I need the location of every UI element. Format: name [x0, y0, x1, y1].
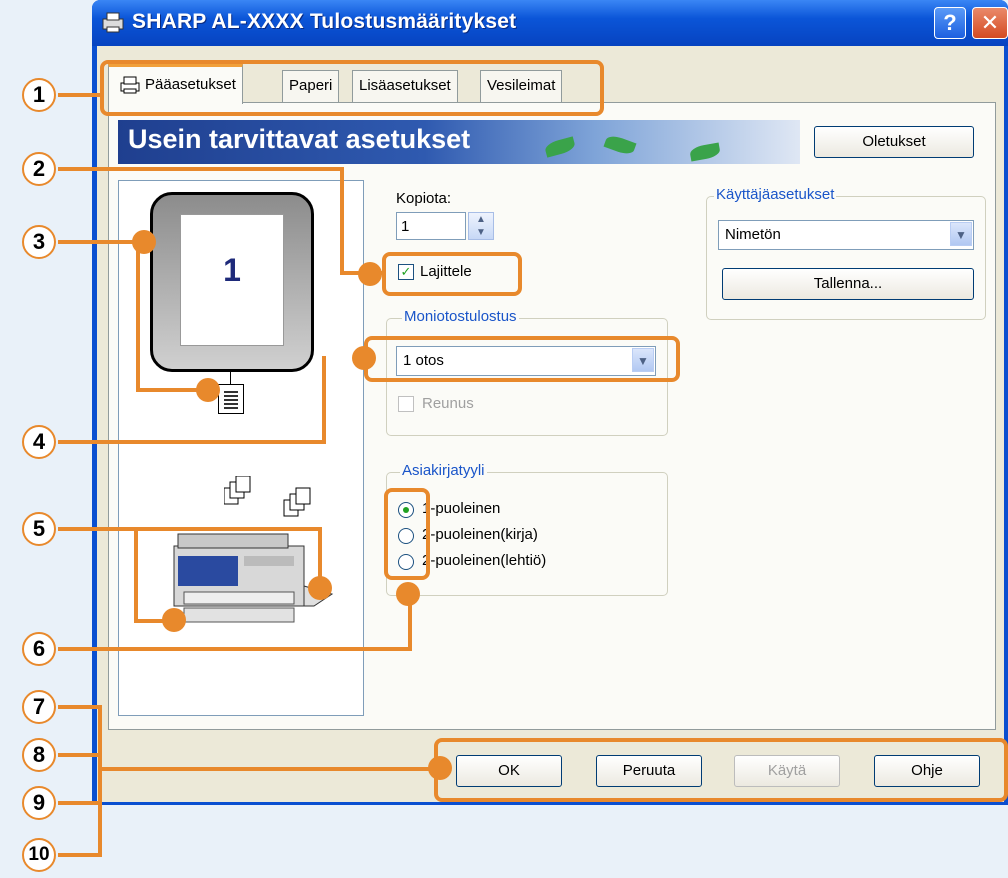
callout-number: 6: [22, 632, 56, 666]
callout-box-nup: [364, 336, 680, 382]
callout-line: [58, 240, 140, 244]
collated-pages-icon: [224, 476, 311, 517]
page-preview-number: 1: [223, 252, 241, 288]
callout-box-doc-style: [384, 488, 430, 580]
callout-dot: [358, 262, 382, 286]
close-button[interactable]: ✕: [972, 7, 1008, 39]
callout-dot: [196, 378, 220, 402]
radio-label: 1-puoleinen: [422, 500, 501, 517]
banner-title: Usein tarvittavat asetukset: [128, 124, 471, 154]
border-label: Reunus: [422, 395, 474, 412]
callout-dot: [352, 346, 376, 370]
callout-number: 4: [22, 425, 56, 459]
window-title: SHARP AL-XXXX Tulostusmääritykset: [132, 10, 517, 33]
callout-line: [58, 753, 102, 757]
document-style-label: Asiakirjatyyli: [400, 462, 487, 479]
help-title-button[interactable]: ?: [934, 7, 966, 39]
copies-label: Kopiota:: [396, 190, 452, 207]
callout-line: [58, 527, 322, 531]
document-icon: [218, 384, 244, 414]
radio-label: 2-puoleinen(kirja): [422, 526, 538, 543]
callout-line: [134, 527, 138, 621]
callout-dot: [428, 756, 452, 780]
callout-line: [58, 801, 102, 805]
callout-number: 9: [22, 786, 56, 820]
callout-number: 1: [22, 78, 56, 112]
select-value: Nimetön: [725, 226, 781, 243]
callout-line: [322, 356, 326, 444]
callout-number: 10: [22, 838, 56, 872]
callout-number: 5: [22, 512, 56, 546]
callout-line: [136, 240, 140, 390]
callout-line: [58, 647, 412, 651]
printer-app-icon: [102, 12, 124, 33]
callout-line: [340, 167, 344, 275]
callout-line: [58, 705, 102, 709]
chevron-down-icon: ▼: [950, 222, 972, 246]
callout-dot: [162, 608, 186, 632]
user-settings-group: [706, 196, 986, 320]
callout-number: 7: [22, 690, 56, 724]
callout-dot: [132, 230, 156, 254]
border-checkbox[interactable]: [398, 396, 414, 412]
callout-box-collate: [382, 252, 522, 296]
callout-line: [98, 705, 102, 857]
callout-box-tabs: [100, 60, 604, 116]
callout-dot: [308, 576, 332, 600]
nup-label: Moniotostulostus: [402, 308, 519, 325]
callout-line: [58, 853, 102, 857]
callout-number: 3: [22, 225, 56, 259]
defaults-button[interactable]: Oletukset: [814, 126, 974, 158]
copies-spinner[interactable]: ▲ ▼: [468, 212, 494, 240]
save-button[interactable]: Tallenna...: [722, 268, 974, 300]
copier-machine-icon: [173, 533, 334, 623]
callout-dot: [396, 582, 420, 606]
radio-label: 2-puoleinen(lehtiö): [422, 552, 547, 569]
copies-input[interactable]: 1: [396, 212, 466, 240]
callout-box-buttons: [434, 738, 1008, 802]
callout-line: [98, 767, 438, 771]
callout-number: 2: [22, 152, 56, 186]
callout-number: 8: [22, 738, 56, 772]
callout-line: [58, 440, 324, 444]
user-settings-label: Käyttäjäasetukset: [714, 186, 837, 203]
callout-line: [58, 93, 102, 97]
callout-line: [58, 167, 342, 171]
user-settings-select[interactable]: Nimetön ▼: [718, 220, 974, 250]
